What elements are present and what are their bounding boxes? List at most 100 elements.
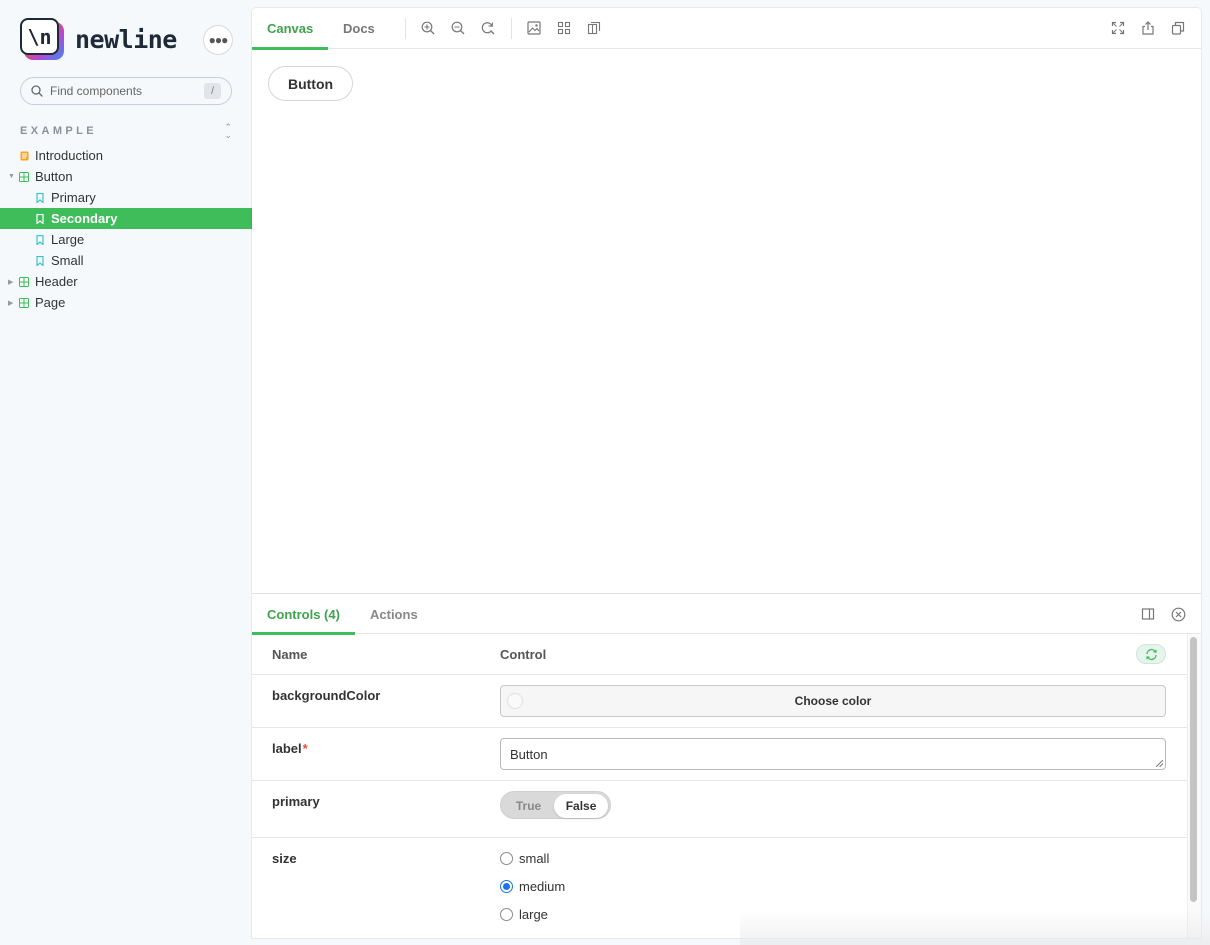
zoom-out-icon[interactable]	[450, 20, 466, 36]
zoom-in-icon[interactable]	[420, 20, 436, 36]
scrollbar-thumb[interactable]	[1190, 637, 1197, 902]
fullscreen-icon[interactable]	[1110, 20, 1126, 36]
bookmark-icon	[35, 213, 45, 224]
chevron-right-icon[interactable]: ▶	[8, 278, 13, 286]
close-icon[interactable]	[1170, 606, 1186, 622]
sidebar-item-small[interactable]: Small	[0, 250, 252, 271]
sidebar-item-label: Small	[51, 253, 84, 268]
tab-docs[interactable]: Docs	[328, 8, 390, 49]
section-title: EXAMPLE	[20, 125, 97, 137]
sidebar-item-button[interactable]: ▼ Button	[0, 166, 252, 187]
copy-link-icon[interactable]	[1170, 20, 1186, 36]
tab-label: Canvas	[267, 21, 314, 36]
logo-mark: \n	[20, 18, 64, 60]
more-options-button[interactable]: ●●●	[204, 26, 232, 54]
choose-color-button[interactable]: Choose color	[500, 685, 1166, 717]
required-indicator: *	[302, 741, 308, 756]
sidebar-item-label: Secondary	[51, 211, 118, 226]
reset-controls-button[interactable]	[1136, 644, 1166, 664]
search-input[interactable]	[50, 84, 200, 98]
size-radio-small[interactable]: small	[500, 851, 549, 866]
sidebar-item-secondary[interactable]: Secondary	[0, 208, 252, 229]
column-header-control: Control	[500, 647, 547, 662]
control-row-backgroundcolor: backgroundColor Choose color	[252, 675, 1187, 728]
radio-label: medium	[519, 879, 566, 894]
brand-name: newline	[75, 24, 177, 54]
control-row-size: size small medium large	[252, 838, 1187, 938]
story-preview-button[interactable]: Button	[268, 66, 353, 101]
sidebar: \n newline ●●● / EXAMPLE ⌃⌄ Introduction…	[0, 0, 252, 945]
control-row-label: label* Button	[252, 728, 1187, 781]
tab-controls[interactable]: Controls (4)	[252, 594, 355, 635]
tab-label: Controls (4)	[267, 606, 340, 622]
chevron-right-icon[interactable]: ▶	[8, 299, 13, 307]
addons-panel: Controls (4) Actions Name Control backgr…	[252, 593, 1201, 938]
sidebar-item-header[interactable]: ▶ Header	[0, 271, 252, 292]
sidebar-item-primary[interactable]: Primary	[0, 187, 252, 208]
label-text-input[interactable]: Button	[500, 738, 1166, 770]
sidebar-item-label: Primary	[51, 190, 96, 205]
bookmark-icon	[35, 234, 45, 245]
controls-table: Name Control backgroundColor Choose colo…	[252, 634, 1187, 938]
button-label: Choose color	[794, 694, 872, 708]
sidebar-item-label: Page	[35, 295, 66, 310]
control-name: backgroundColor	[272, 688, 381, 703]
size-radio-medium[interactable]: medium	[500, 879, 565, 894]
refresh-icon	[1145, 648, 1157, 660]
tab-label: Docs	[343, 21, 375, 36]
search-box[interactable]: /	[20, 77, 232, 105]
document-icon	[19, 151, 29, 161]
resize-handle-icon[interactable]	[1156, 760, 1163, 767]
expand-collapse-icon[interactable]: ⌃ ⌄	[224, 123, 232, 140]
column-header-name: Name	[272, 647, 308, 662]
sidebar-section-header[interactable]: EXAMPLE ⌃ ⌄	[20, 123, 232, 140]
primary-boolean-toggle[interactable]: True False	[500, 791, 611, 819]
sidebar-item-introduction[interactable]: Introduction	[0, 145, 252, 166]
zoom-reset-icon[interactable]	[480, 20, 496, 36]
color-swatch	[507, 693, 523, 709]
sidebar-item-label: Header	[35, 274, 78, 289]
preview-panel: Canvas Docs Button Controls (4) Actions …	[252, 8, 1201, 938]
component-icon	[19, 276, 29, 287]
toolbar-divider	[511, 18, 512, 39]
control-name: size	[272, 851, 297, 866]
control-name: label*	[272, 741, 308, 756]
toolbar-divider	[405, 18, 406, 39]
toggle-false-option[interactable]: False	[554, 794, 608, 818]
logo-glyph: \n	[20, 18, 59, 55]
radio-button[interactable]	[500, 908, 513, 921]
component-icon	[19, 171, 29, 182]
radio-label: large	[519, 907, 548, 922]
search-shortcut-key: /	[204, 83, 221, 99]
sidebar-item-large[interactable]: Large	[0, 229, 252, 250]
tab-actions[interactable]: Actions	[355, 594, 433, 634]
sidebar-item-label: Large	[51, 232, 85, 247]
size-radio-large[interactable]: large	[500, 907, 548, 922]
bookmark-icon	[35, 192, 45, 203]
toggle-true-option[interactable]: True	[503, 794, 554, 818]
input-value: Button	[510, 746, 548, 762]
radio-button[interactable]	[500, 880, 513, 893]
story-canvas: Button	[252, 49, 1201, 593]
component-icon	[19, 297, 29, 308]
brand-logo[interactable]: \n newline	[20, 18, 177, 60]
search-icon	[31, 85, 43, 97]
sidebar-item-label: Introduction	[35, 148, 103, 163]
radio-button[interactable]	[500, 852, 513, 865]
addons-toolbar: Controls (4) Actions	[252, 594, 1201, 635]
panel-layout-icon[interactable]	[1140, 606, 1156, 622]
sidebar-item-page[interactable]: ▶ Page	[0, 292, 252, 313]
tab-canvas[interactable]: Canvas	[252, 8, 329, 50]
bookmark-icon	[35, 255, 45, 266]
measure-icon[interactable]	[586, 20, 602, 36]
sidebar-item-label: Button	[35, 169, 73, 184]
tab-label: Actions	[370, 606, 418, 622]
component-tree: Introduction ▼ Button Primary Secondary	[0, 145, 252, 313]
chevron-down-icon[interactable]: ▼	[8, 173, 15, 180]
ellipsis-icon: ●●●	[208, 33, 229, 47]
background-icon[interactable]	[526, 20, 542, 36]
share-icon[interactable]	[1140, 20, 1156, 36]
grid-icon[interactable]	[556, 20, 572, 36]
control-row-primary: primary True False	[252, 781, 1187, 838]
control-name: primary	[272, 794, 320, 809]
